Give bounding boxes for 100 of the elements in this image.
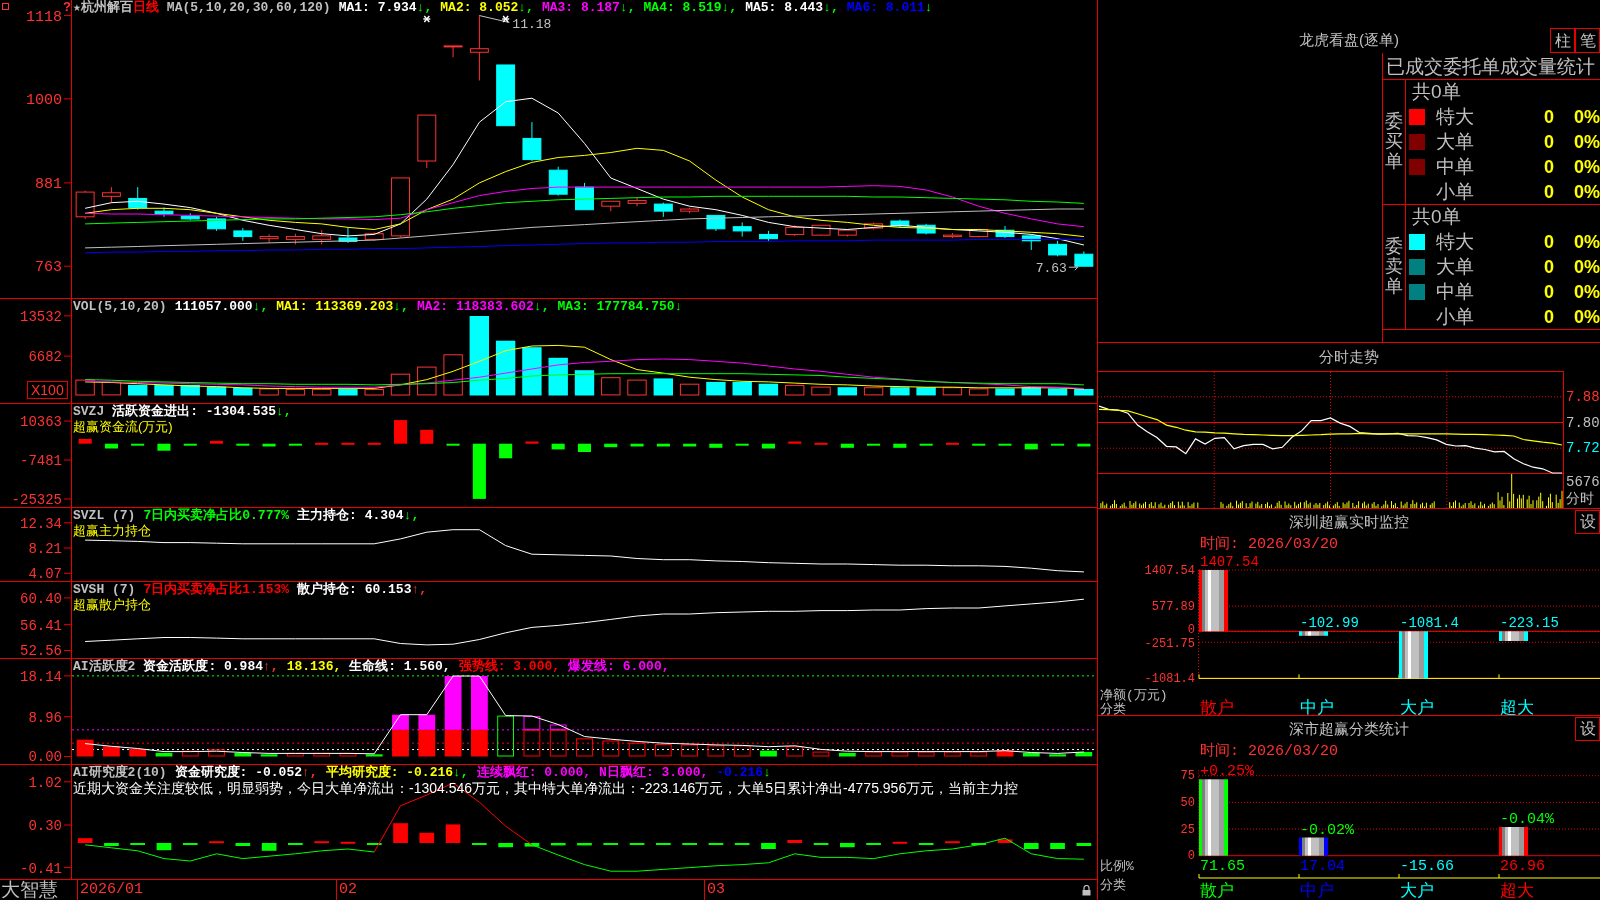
legend-text: MA3: 8.187: [541, 0, 620, 15]
axis-label: 7.72: [1566, 440, 1600, 457]
candlestick: [864, 221, 884, 230]
activity-bar: [1022, 752, 1040, 757]
legend-text: -0.216: [716, 765, 764, 780]
candlestick: [627, 197, 647, 207]
panel-subtitle: 超赢主力持仓: [73, 523, 151, 538]
axis-label: 6682: [28, 349, 62, 366]
volume-bar: [574, 370, 595, 396]
flow-bar: [420, 429, 434, 444]
trend-arrow: ↓,: [619, 0, 636, 15]
legend-text: SVZL (7): [73, 508, 136, 523]
trend-arrow: ↓: [674, 299, 683, 314]
flow-bar: [472, 443, 486, 499]
axis-label: 13532: [20, 308, 62, 325]
candlestick: [522, 121, 542, 162]
research-bar: [340, 841, 356, 844]
volume-bar: [1021, 387, 1041, 396]
row-label: 小单: [1436, 180, 1474, 203]
legend-text: 散户持仓: 60.153: [297, 582, 412, 597]
legend-text: 7日内买卖净占比1.153%: [143, 582, 290, 597]
flow-bar: [1024, 443, 1038, 450]
bar: [1399, 631, 1428, 679]
candlestick: [548, 166, 568, 197]
bar: [1499, 827, 1528, 856]
flow-bar: [446, 443, 460, 446]
flow-bar: [972, 443, 986, 446]
candlestick: [469, 15, 489, 81]
change-label: +0.25%: [1200, 763, 1254, 781]
axis-label: 8.21: [28, 541, 62, 557]
timestamp-text: 时间: 2026/03/20: [1200, 536, 1339, 553]
volume-bar: [180, 384, 200, 396]
volume-bar: [995, 388, 1015, 396]
axis-label: 52.56: [20, 643, 62, 658]
activity-bar: [602, 740, 620, 757]
volume-bar: [601, 377, 621, 396]
volume-bar: [706, 381, 726, 396]
legend-text: AI研究度2(10): [73, 765, 167, 780]
flow-bar: [499, 443, 513, 459]
row-label: 特大: [1436, 230, 1474, 253]
axis-label: 0.00: [28, 749, 62, 764]
candlestick: [233, 227, 253, 242]
axis-label: 1407.54: [1144, 563, 1195, 578]
activity-bar: [917, 751, 935, 757]
value-label: -15.66: [1400, 858, 1454, 875]
asterisk-icon: [501, 15, 510, 23]
research-bar: [550, 843, 566, 846]
flow-bar: [131, 443, 145, 446]
flow-bar: [893, 443, 907, 448]
volume-bar: [837, 387, 857, 396]
share-value: 0%: [1574, 305, 1600, 328]
flow-bar: [183, 443, 197, 446]
research-bar: [261, 843, 277, 851]
candlestick: [443, 45, 463, 58]
row-label: 特大: [1436, 105, 1474, 128]
count-value: 0: [1543, 130, 1554, 153]
candlestick: [180, 212, 200, 221]
candlestick: [338, 227, 358, 244]
activity-bar: [838, 752, 856, 757]
research-bar: [445, 824, 461, 843]
settings-button[interactable]: 设: [1575, 717, 1600, 741]
volume-bar: [259, 388, 279, 396]
total-count: 共0单: [1412, 81, 1461, 103]
settings-button[interactable]: 设: [1575, 510, 1600, 534]
count-value: 0: [1543, 105, 1554, 128]
candlestick: [706, 214, 726, 232]
trend-arrow: ↓,: [533, 299, 550, 314]
flow-bar: [604, 443, 618, 448]
legend-text: SVZJ: [73, 404, 105, 419]
candlestick: [207, 216, 226, 232]
value-label: -102.99: [1300, 615, 1359, 632]
legend-text: AI活跃度2: [73, 659, 136, 674]
axis-label: -0.41: [20, 860, 62, 877]
axis-title: 分类: [1100, 702, 1126, 715]
panel-subtitle: 超赢散户持仓: [73, 597, 151, 612]
activity-bar: [891, 751, 909, 757]
flow-bar: [683, 443, 697, 447]
flow-bar: [945, 442, 959, 445]
axis-label: -25325: [11, 492, 62, 507]
table-title: 已成交委托单成交量统计: [1383, 53, 1600, 80]
count-value: 0: [1543, 230, 1554, 253]
share-value: 0%: [1574, 155, 1600, 178]
legend-text: MA2: 118383.602: [416, 299, 534, 314]
flow-bar: [394, 420, 408, 444]
flow-bar: [262, 443, 276, 447]
row-label: 小单: [1436, 305, 1474, 328]
volume-bar: [443, 354, 463, 396]
axis-label: 50: [1180, 795, 1195, 810]
research-bar: [997, 839, 1013, 843]
axis-label: 0: [1187, 623, 1195, 638]
activity-bar: [234, 752, 252, 757]
flow-bar: [761, 443, 775, 449]
flow-bar: [735, 443, 749, 446]
asterisk-icon: [422, 15, 431, 23]
candlestick: [759, 230, 778, 242]
view-toggle-button[interactable]: 笔: [1575, 28, 1600, 53]
volume-bar: [285, 389, 306, 396]
flow-bar: [315, 442, 329, 445]
flow-bar: [157, 443, 171, 451]
view-toggle-button[interactable]: 柱: [1550, 28, 1575, 53]
